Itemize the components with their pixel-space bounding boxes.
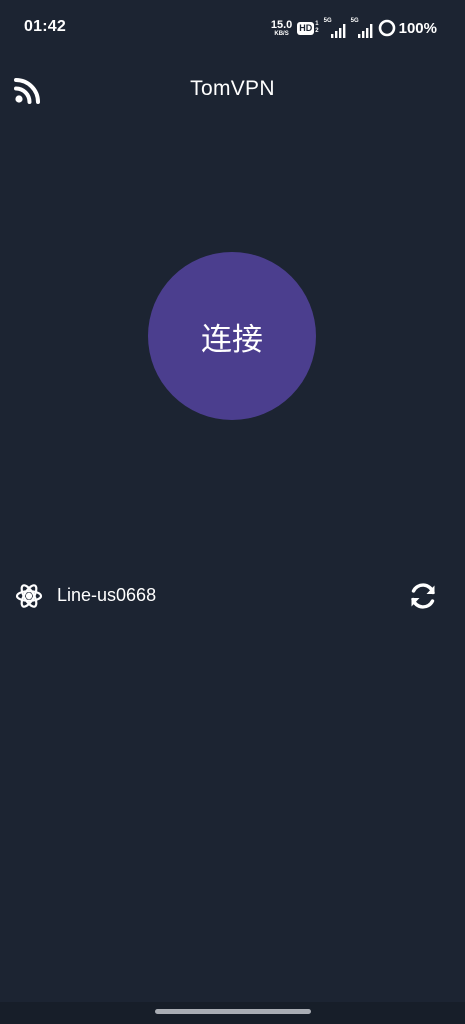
refresh-button[interactable]: [407, 580, 439, 612]
status-bar: 01:42 15.0 KB/S HD 1 2 5G 5G 100%: [0, 0, 465, 56]
hd-sim-top: 1: [315, 21, 319, 27]
connect-label: 连接: [201, 321, 263, 358]
network-speed-value: 15.0: [270, 18, 293, 31]
signal-sim2-icon: 5G: [351, 18, 373, 38]
hd-voice-icon: HD 1 2: [297, 21, 319, 35]
refresh-icon: [411, 583, 435, 609]
server-line-row[interactable]: Line-us0668: [0, 574, 465, 618]
signal-sim1-icon: 5G: [324, 18, 346, 38]
network-speed-unit: KB/S: [274, 30, 289, 37]
hd-sim-numbers: 1 2: [315, 21, 318, 35]
app-title: TomVPN: [190, 77, 275, 100]
server-line-name: Line-us0668: [57, 585, 157, 605]
system-nav-bar: [0, 1002, 465, 1024]
home-indicator[interactable]: [155, 1009, 311, 1014]
hd-label: HD: [297, 21, 315, 35]
status-indicators: 15.0 KB/S HD 1 2 5G 5G 100%: [271, 17, 437, 39]
battery-indicator: 100%: [378, 19, 437, 37]
status-time: 01:42: [24, 18, 66, 35]
hd-sim-bottom: 2: [315, 28, 319, 34]
atom-icon: [15, 584, 43, 608]
app-bar: TomVPN: [0, 60, 465, 118]
battery-percent: 100%: [398, 19, 437, 37]
connect-button[interactable]: 连接: [148, 252, 316, 420]
network-speed: 15.0 KB/S: [270, 18, 293, 37]
battery-ring-icon: [378, 19, 395, 37]
